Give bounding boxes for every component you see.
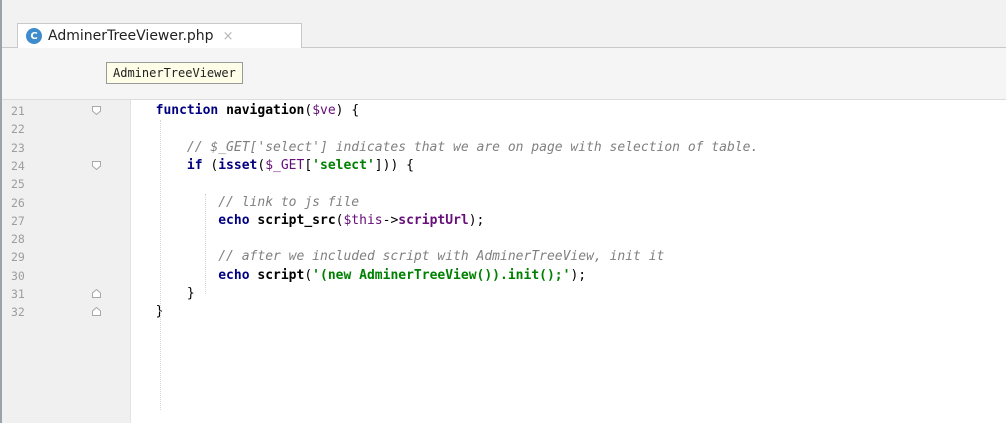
code-token: ])) { [374,157,414,173]
code-line[interactable]: } [93,303,164,321]
code-token: ( [304,267,313,283]
code-line[interactable]: function navigation($ve) { [93,102,360,120]
code-token: // after we included script with Adminer… [218,249,665,265]
code-line[interactable]: // link to js file [93,194,359,212]
code-line[interactable]: } [93,285,195,303]
code-token: 'select' [312,157,375,173]
code-token: // $_GET['select'] indicates that we are… [186,139,759,155]
code-token: } [93,286,195,301]
code-token: echo [218,212,250,228]
code-token: isset [218,157,258,173]
line-number: 32 [11,305,25,320]
code-token: } [93,304,164,320]
line-number: 26 [11,195,25,210]
window-left-edge [0,0,2,423]
code-token: echo [218,267,250,283]
code-token: ) { [335,103,360,118]
breadcrumb-class[interactable]: AdminerTreeViewer [106,62,243,84]
tab-filename: AdminerTreeViewer.php [48,28,214,44]
code-token: ); [570,267,587,283]
editor-tab-bar: C AdminerTreeViewer.php × [0,10,1006,48]
code-token: // link to js file [218,194,360,210]
line-number: 23 [11,140,25,155]
code-token: navigation [226,103,305,118]
line-number: 25 [11,177,25,192]
line-number: 24 [11,158,25,173]
php-class-icon: C [26,28,42,44]
code-token: $this [343,212,383,228]
indent-guide [160,120,161,410]
close-icon[interactable]: × [223,29,234,44]
line-number: 21 [11,104,25,118]
line-number: 28 [11,232,25,247]
breadcrumb-bar: AdminerTreeViewer [0,48,1006,100]
code-token: scriptUrl [398,212,469,228]
line-number: 29 [11,250,25,265]
indent-guide [205,194,206,294]
code-line[interactable]: // $_GET['select'] indicates that we are… [93,139,758,157]
code-token: $_GET [265,157,305,173]
code-token: if [186,157,203,173]
code-token: script [257,267,305,283]
window-top-strip [0,0,1006,10]
code-token: ( [202,157,219,173]
code-token: [ [304,157,313,173]
code-line[interactable]: echo script('(new AdminerTreeView()).ini… [93,267,586,285]
code-token: '(new AdminerTreeView()).init();' [312,267,571,283]
line-number: 22 [11,122,25,137]
code-token: -> [382,212,399,228]
code-token: ); [468,212,485,228]
code-token: ( [304,103,313,118]
line-number: 31 [11,287,25,301]
code-line[interactable]: if (isset($_GET['select'])) { [93,157,414,175]
code-line[interactable]: // after we included script with Adminer… [93,248,664,266]
tab-file[interactable]: C AdminerTreeViewer.php × [17,23,302,48]
code-line[interactable]: echo script_src($this->scriptUrl); [93,212,484,230]
line-number: 27 [11,213,25,228]
code-token: $ve [312,103,336,118]
code-token: script_src [257,212,336,228]
line-number: 30 [11,268,25,283]
code-token: function [155,103,219,118]
